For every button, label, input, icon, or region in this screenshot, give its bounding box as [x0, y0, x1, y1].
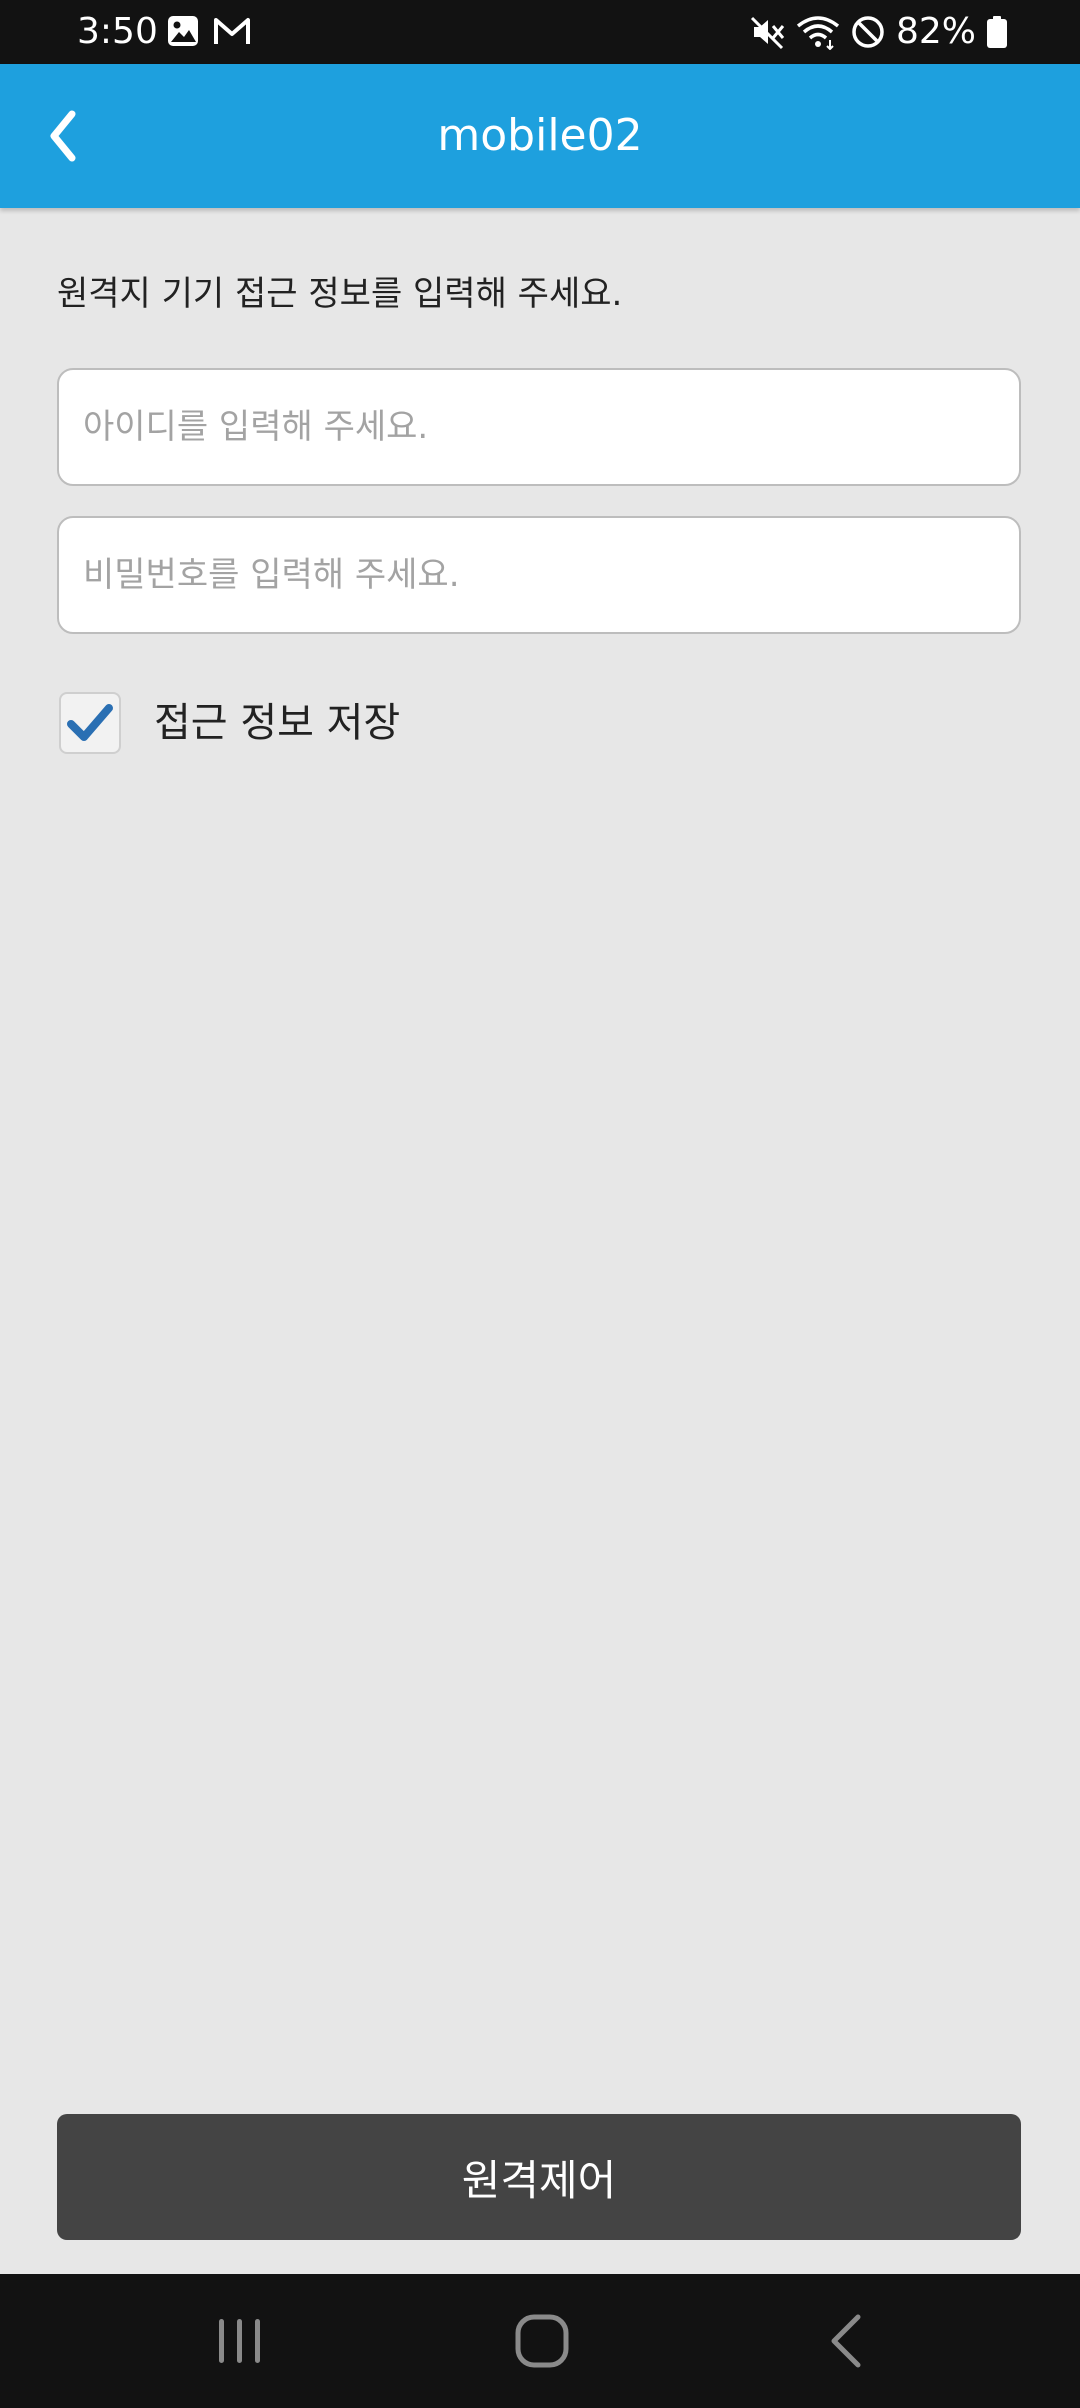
back-icon: [806, 2301, 886, 2381]
system-nav-bar: [0, 2274, 1080, 2408]
status-bar: 3:50 82%: [0, 0, 1080, 64]
system-back-button[interactable]: [806, 2301, 886, 2381]
home-button[interactable]: [502, 2301, 582, 2381]
save-access-info-checkbox[interactable]: [59, 692, 121, 754]
home-icon: [502, 2301, 582, 2381]
status-notification-icons: [166, 14, 252, 48]
id-input[interactable]: [57, 368, 1021, 486]
chevron-left-icon: [36, 92, 124, 180]
image-icon: [166, 14, 200, 48]
battery-icon: [986, 15, 1008, 49]
password-input[interactable]: [57, 516, 1021, 634]
gmail-icon: [212, 14, 252, 48]
app-bar: mobile02: [0, 64, 1080, 208]
mute-icon: [750, 14, 786, 50]
battery-percentage: 82%: [895, 11, 976, 52]
status-system-icons: 82%: [750, 10, 1008, 54]
page-title: mobile02: [437, 110, 643, 161]
back-button[interactable]: [36, 92, 124, 180]
remote-control-button[interactable]: 원격제어: [57, 2114, 1021, 2240]
recent-apps-icon: [200, 2301, 280, 2381]
wifi-icon: [796, 14, 840, 50]
instruction-text: 원격지 기기 접근 정보를 입력해 주세요.: [57, 274, 623, 314]
save-access-info-label[interactable]: 접근 정보 저장: [154, 694, 400, 752]
status-time: 3:50: [77, 11, 158, 52]
do-not-disturb-icon: [850, 14, 886, 50]
recent-apps-button[interactable]: [200, 2301, 280, 2381]
checkmark-icon: [61, 694, 119, 752]
